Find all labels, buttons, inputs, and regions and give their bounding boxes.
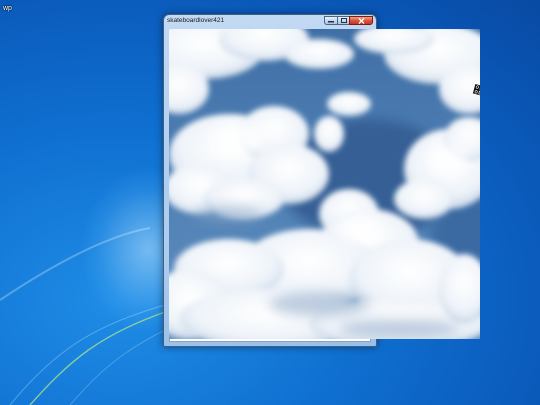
close-button[interactable] (349, 16, 373, 25)
desktop[interactable]: wp skateboardlover421 (0, 0, 540, 405)
window-title: skateboardlover421 (167, 17, 225, 24)
window-titlebar[interactable]: skateboardlover421 (164, 15, 376, 30)
minimize-icon (328, 19, 334, 23)
close-icon (358, 17, 365, 24)
maximize-icon (340, 18, 347, 23)
minimize-button[interactable] (324, 16, 338, 25)
cloud-sky-image[interactable]: ଍ (169, 29, 480, 339)
desktop-icon-label[interactable]: wp (3, 5, 12, 12)
